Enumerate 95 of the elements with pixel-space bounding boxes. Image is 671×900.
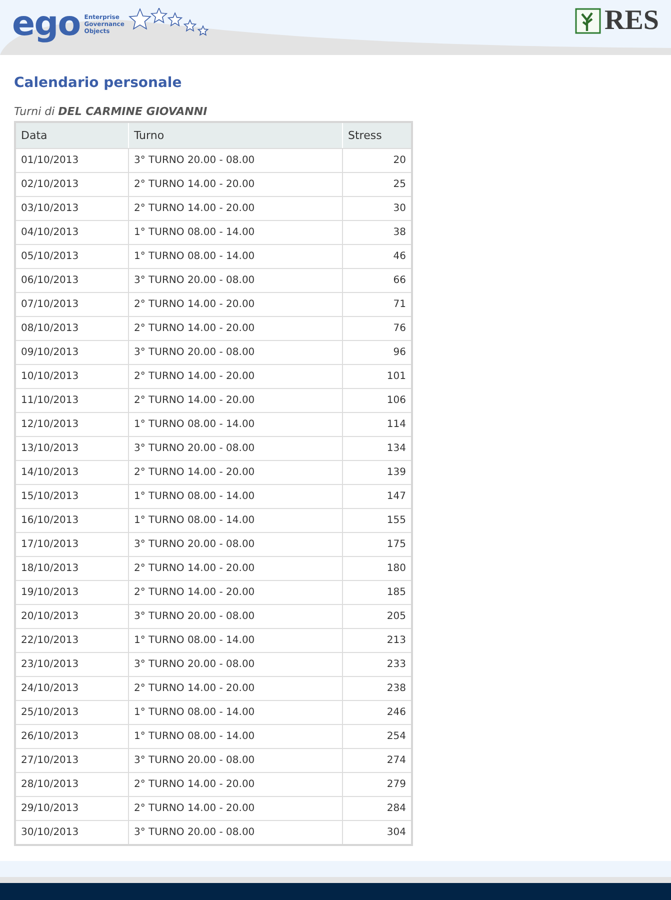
table-cell: 96 xyxy=(342,341,411,364)
table-cell-text: 06/10/2013 xyxy=(20,274,80,288)
table-cell-text: 03/10/2013 xyxy=(20,202,80,216)
table-cell: 180 xyxy=(342,557,411,580)
table-cell: 2° TURNO 14.00 - 20.00 xyxy=(128,389,342,412)
table-cell-text: 26/10/2013 xyxy=(20,730,80,744)
table-cell-text: 22/10/2013 xyxy=(20,634,80,648)
table-cell-text: 19/10/2013 xyxy=(20,586,80,600)
table-cell: 274 xyxy=(342,749,411,772)
table-cell: 233 xyxy=(342,653,411,676)
table-cell-text: 10/10/2013 xyxy=(20,370,80,384)
table-cell-text: 16/10/2013 xyxy=(20,514,80,528)
table-cell: 1° TURNO 08.00 - 14.00 xyxy=(128,485,342,508)
table-cell: 3° TURNO 20.00 - 08.00 xyxy=(128,605,342,628)
table-cell-text: 29/10/2013 xyxy=(20,802,80,816)
table-cell-text: 11/10/2013 xyxy=(20,394,80,408)
table-cell: 76 xyxy=(342,317,411,340)
table-cell: 304 xyxy=(342,821,411,844)
table-cell-text: 14/10/2013 xyxy=(20,466,80,480)
table-cell: 3° TURNO 20.00 - 08.00 xyxy=(128,749,342,772)
table-cell: 66 xyxy=(342,269,411,292)
table-cell: 2° TURNO 14.00 - 20.00 xyxy=(128,677,342,700)
table-cell: 2° TURNO 14.00 - 20.00 xyxy=(128,461,342,484)
table-cell: 3° TURNO 20.00 - 08.00 xyxy=(128,533,342,556)
table-cell: 1° TURNO 08.00 - 14.00 xyxy=(128,413,342,436)
table-cell-text: 05/10/2013 xyxy=(20,250,80,264)
tree-icon xyxy=(574,8,601,34)
column-header: Turno xyxy=(128,123,342,148)
table-cell-text: 08/10/2013 xyxy=(20,322,80,336)
table-cell: 147 xyxy=(342,485,411,508)
logo-text: ego xyxy=(12,4,80,44)
table-cell: 1° TURNO 08.00 - 14.00 xyxy=(128,221,342,244)
table-cell: 2° TURNO 14.00 - 20.00 xyxy=(128,557,342,580)
table-cell: 2° TURNO 14.00 - 20.00 xyxy=(128,317,342,340)
table-cell: 25 xyxy=(342,173,411,196)
table-cell: 1° TURNO 08.00 - 14.00 xyxy=(128,629,342,652)
table-cell-text: 30/10/2013 xyxy=(20,826,80,840)
table-cell: 3° TURNO 20.00 - 08.00 xyxy=(128,653,342,676)
table-cell-text: 07/10/2013 xyxy=(20,298,80,312)
table-cell-text: 28/10/2013 xyxy=(20,778,80,792)
table-cell: 3° TURNO 20.00 - 08.00 xyxy=(128,269,342,292)
table-cell: 3° TURNO 20.00 - 08.00 xyxy=(128,149,342,172)
table-cell: 3° TURNO 20.00 - 08.00 xyxy=(128,341,342,364)
table-cell: 2° TURNO 14.00 - 20.00 xyxy=(128,197,342,220)
table-cell-text: 04/10/2013 xyxy=(20,226,80,240)
table-cell: 185 xyxy=(342,581,411,604)
table-cell: 175 xyxy=(342,533,411,556)
table-cell-text: 15/10/2013 xyxy=(20,490,80,504)
table-cell-text: 02/10/2013 xyxy=(20,178,80,192)
table-cell: 284 xyxy=(342,797,411,820)
table-cell-text: 17/10/2013 xyxy=(20,538,80,552)
table-cell: 155 xyxy=(342,509,411,532)
table-cell: 1° TURNO 08.00 - 14.00 xyxy=(128,509,342,532)
table-cell: 238 xyxy=(342,677,411,700)
table-cell: 38 xyxy=(342,221,411,244)
table-cell: 3° TURNO 20.00 - 08.00 xyxy=(128,437,342,460)
table-cell-text: 20/10/2013 xyxy=(20,610,80,624)
table-cell: 46 xyxy=(342,245,411,268)
table-cell: 2° TURNO 14.00 - 20.00 xyxy=(128,365,342,388)
table-cell-text: 18/10/2013 xyxy=(20,562,80,576)
column-header: Stress xyxy=(342,123,411,148)
table-cell: 106 xyxy=(342,389,411,412)
table-cell: 139 xyxy=(342,461,411,484)
table-cell: 246 xyxy=(342,701,411,724)
page-title: Calendario personale xyxy=(14,74,183,93)
table-cell-text: 24/10/2013 xyxy=(20,682,80,696)
table-cell: 1° TURNO 08.00 - 14.00 xyxy=(128,701,342,724)
table-cell: 134 xyxy=(342,437,411,460)
table-cell: 1° TURNO 08.00 - 14.00 xyxy=(128,725,342,748)
table-cell: 114 xyxy=(342,413,411,436)
brand-name: RES xyxy=(604,6,659,36)
table-cell: 254 xyxy=(342,725,411,748)
table-cell-text: 23/10/2013 xyxy=(20,658,80,672)
table-cell-text: 25/10/2013 xyxy=(20,706,80,720)
table-cell: 2° TURNO 14.00 - 20.00 xyxy=(128,797,342,820)
table-cell: 71 xyxy=(342,293,411,316)
table-cell: 30 xyxy=(342,197,411,220)
column-header: Data xyxy=(20,128,48,144)
table-cell: 205 xyxy=(342,605,411,628)
table-cell-text: 01/10/2013 xyxy=(20,154,80,168)
table-cell: 2° TURNO 14.00 - 20.00 xyxy=(128,773,342,796)
table-cell-text: 27/10/2013 xyxy=(20,754,80,768)
table-cell: 213 xyxy=(342,629,411,652)
table-cell: 2° TURNO 14.00 - 20.00 xyxy=(128,173,342,196)
table-cell: 20 xyxy=(342,149,411,172)
table-cell: 279 xyxy=(342,773,411,796)
table-cell: 3° TURNO 20.00 - 08.00 xyxy=(128,821,342,844)
table-cell-text: 09/10/2013 xyxy=(20,346,80,360)
table-cell: 101 xyxy=(342,365,411,388)
table-cell-text: 12/10/2013 xyxy=(20,418,80,432)
subtitle: Turni di DEL CARMINE GIOVANNI xyxy=(14,104,208,120)
table-cell-text: 13/10/2013 xyxy=(20,442,80,456)
table-cell: 2° TURNO 14.00 - 20.00 xyxy=(128,293,342,316)
table-cell: 1° TURNO 08.00 - 14.00 xyxy=(128,245,342,268)
table-cell: 2° TURNO 14.00 - 20.00 xyxy=(128,581,342,604)
